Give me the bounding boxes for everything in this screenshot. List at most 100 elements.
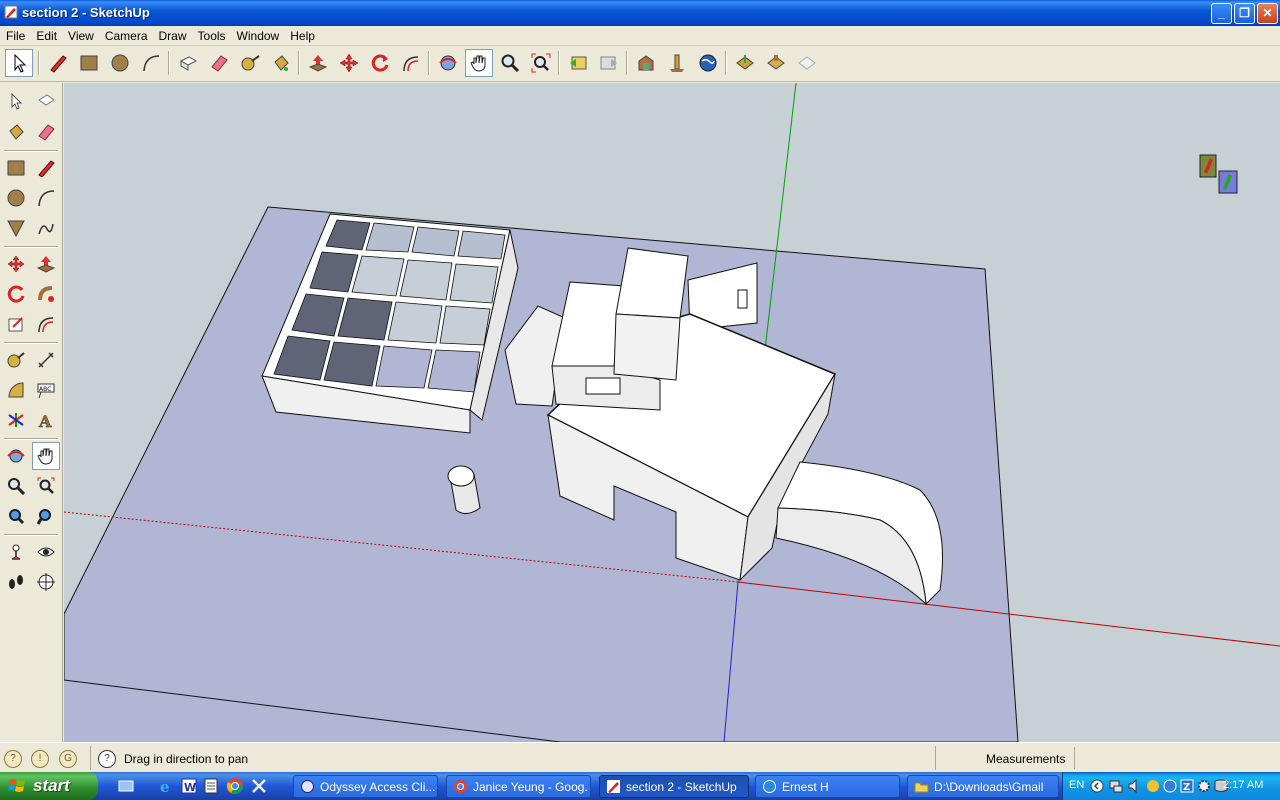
offset-side-button[interactable] [32,310,60,338]
task-chrome[interactable]: Janice Yeung - Goog... [446,775,591,798]
notepad-icon[interactable] [202,777,220,795]
help-icon[interactable]: ? [98,750,116,768]
zone-icon[interactable]: Z [1179,778,1195,794]
orbit-tool-button[interactable] [434,49,462,77]
follow-me-side-button[interactable] [32,280,60,308]
toggle-terrain-button[interactable] [762,49,790,77]
volume-icon[interactable] [1127,778,1143,794]
sketchup-app-icon[interactable] [4,5,18,19]
eraser-tool-button[interactable] [205,49,233,77]
pan-side-button[interactable] [32,442,60,470]
circle-side-button[interactable] [2,184,30,212]
credits-icon[interactable]: ! [31,750,49,768]
google-earth-button[interactable] [694,49,722,77]
walk-side-button[interactable] [2,568,30,596]
messenger-icon[interactable] [1145,778,1161,794]
previous-view-button[interactable] [564,49,592,77]
make-component-side-button[interactable] [32,87,60,115]
task-odyssey[interactable]: Odyssey Access Cli... [293,775,438,798]
push-pull-side-button[interactable] [32,250,60,278]
paint-bucket-button[interactable] [267,49,295,77]
pan-tool-button[interactable] [465,49,493,77]
move-icon [339,53,359,73]
move-side-button[interactable] [2,250,30,278]
orbit-side-button[interactable] [2,442,30,470]
menu-edit[interactable]: Edit [30,26,62,43]
zoom-extents-side-button[interactable] [32,472,60,500]
rectangle-side-button[interactable] [2,154,30,182]
zoom-window-side-button[interactable] [2,502,30,530]
next-view-button[interactable] [595,49,623,77]
arc-icon [143,55,160,72]
get-models-button[interactable] [632,49,660,77]
3d-scene[interactable] [64,83,1280,742]
task-folder[interactable]: D:\Downloads\Gmail [907,775,1059,798]
internet-explorer-icon[interactable]: e [158,777,176,795]
geo-location-icon[interactable]: ? [4,750,22,768]
arc-side-button[interactable] [32,184,60,212]
tape-measure-side-button[interactable] [2,346,30,374]
move-tool-button[interactable] [335,49,363,77]
select-tool-button[interactable] [5,49,33,77]
start-button[interactable]: start [0,772,98,800]
restore-button[interactable]: ❐ [1234,3,1255,24]
security-icon[interactable] [1162,778,1178,794]
user-icon[interactable]: G [59,750,77,768]
rectangle-tool-button[interactable] [75,49,103,77]
clock[interactable]: 2:17 AM [1223,779,1263,791]
menu-draw[interactable]: Draw [153,26,192,43]
menu-tools[interactable]: Tools [192,26,231,43]
polygon-side-button[interactable] [2,214,30,242]
tray-arrow-icon[interactable] [1089,778,1105,794]
place-model-button[interactable] [793,49,821,77]
section-plane-side-button[interactable] [32,568,60,596]
line-tool-button[interactable] [44,49,72,77]
show-desktop-icon[interactable] [117,777,135,795]
look-around-side-button[interactable] [32,538,60,566]
measurements-input[interactable] [1074,747,1276,769]
line-side-button[interactable] [32,154,60,182]
rotate-side-button[interactable] [2,280,30,308]
get-current-view-button[interactable] [731,49,759,77]
zoom-extents-button[interactable] [527,49,555,77]
scale-side-button[interactable] [2,310,30,338]
zoom-tool-button[interactable] [496,49,524,77]
menu-file[interactable]: File [0,26,30,43]
language-indicator[interactable]: EN [1069,779,1084,791]
close-button[interactable]: ✕ [1257,3,1278,24]
make-component-button[interactable] [174,49,202,77]
share-model-button[interactable] [663,49,691,77]
word-icon[interactable]: W [180,777,198,795]
minimize-button[interactable]: _ [1211,3,1232,24]
position-camera-side-button[interactable] [2,538,30,566]
task-ernest[interactable]: Ernest H [755,775,900,798]
arc-tool-button[interactable] [137,49,165,77]
previous-side-button[interactable] [32,502,60,530]
eraser-side-button[interactable] [32,118,60,146]
menu-view[interactable]: View [62,26,99,43]
chrome-icon[interactable] [226,777,244,795]
axes-side-button[interactable] [2,406,30,434]
circle-tool-button[interactable] [106,49,134,77]
paint-side-button[interactable] [2,118,30,146]
model-viewport[interactable] [64,83,1280,742]
3d-text-side-button[interactable]: A [32,406,60,434]
measurements-label: Measurements [986,752,1066,766]
network-icon[interactable] [1108,778,1124,794]
protractor-side-button[interactable] [2,376,30,404]
text-side-button[interactable]: ABC [32,376,60,404]
freehand-side-button[interactable] [32,214,60,242]
menu-help[interactable]: Help [284,26,320,43]
menu-window[interactable]: Window [231,26,285,43]
task-sketchup[interactable]: section 2 - SketchUp [599,775,749,798]
tools-icon[interactable] [250,777,268,795]
offset-tool-button[interactable] [397,49,425,77]
zoom-side-button[interactable] [2,472,30,500]
push-pull-button[interactable] [304,49,332,77]
dimension-side-button[interactable] [32,346,60,374]
rotate-tool-button[interactable] [366,49,394,77]
menu-camera[interactable]: Camera [99,26,153,43]
tape-measure-button[interactable] [236,49,264,77]
select-button[interactable] [2,87,30,115]
settings-gear-icon[interactable] [1196,778,1212,794]
